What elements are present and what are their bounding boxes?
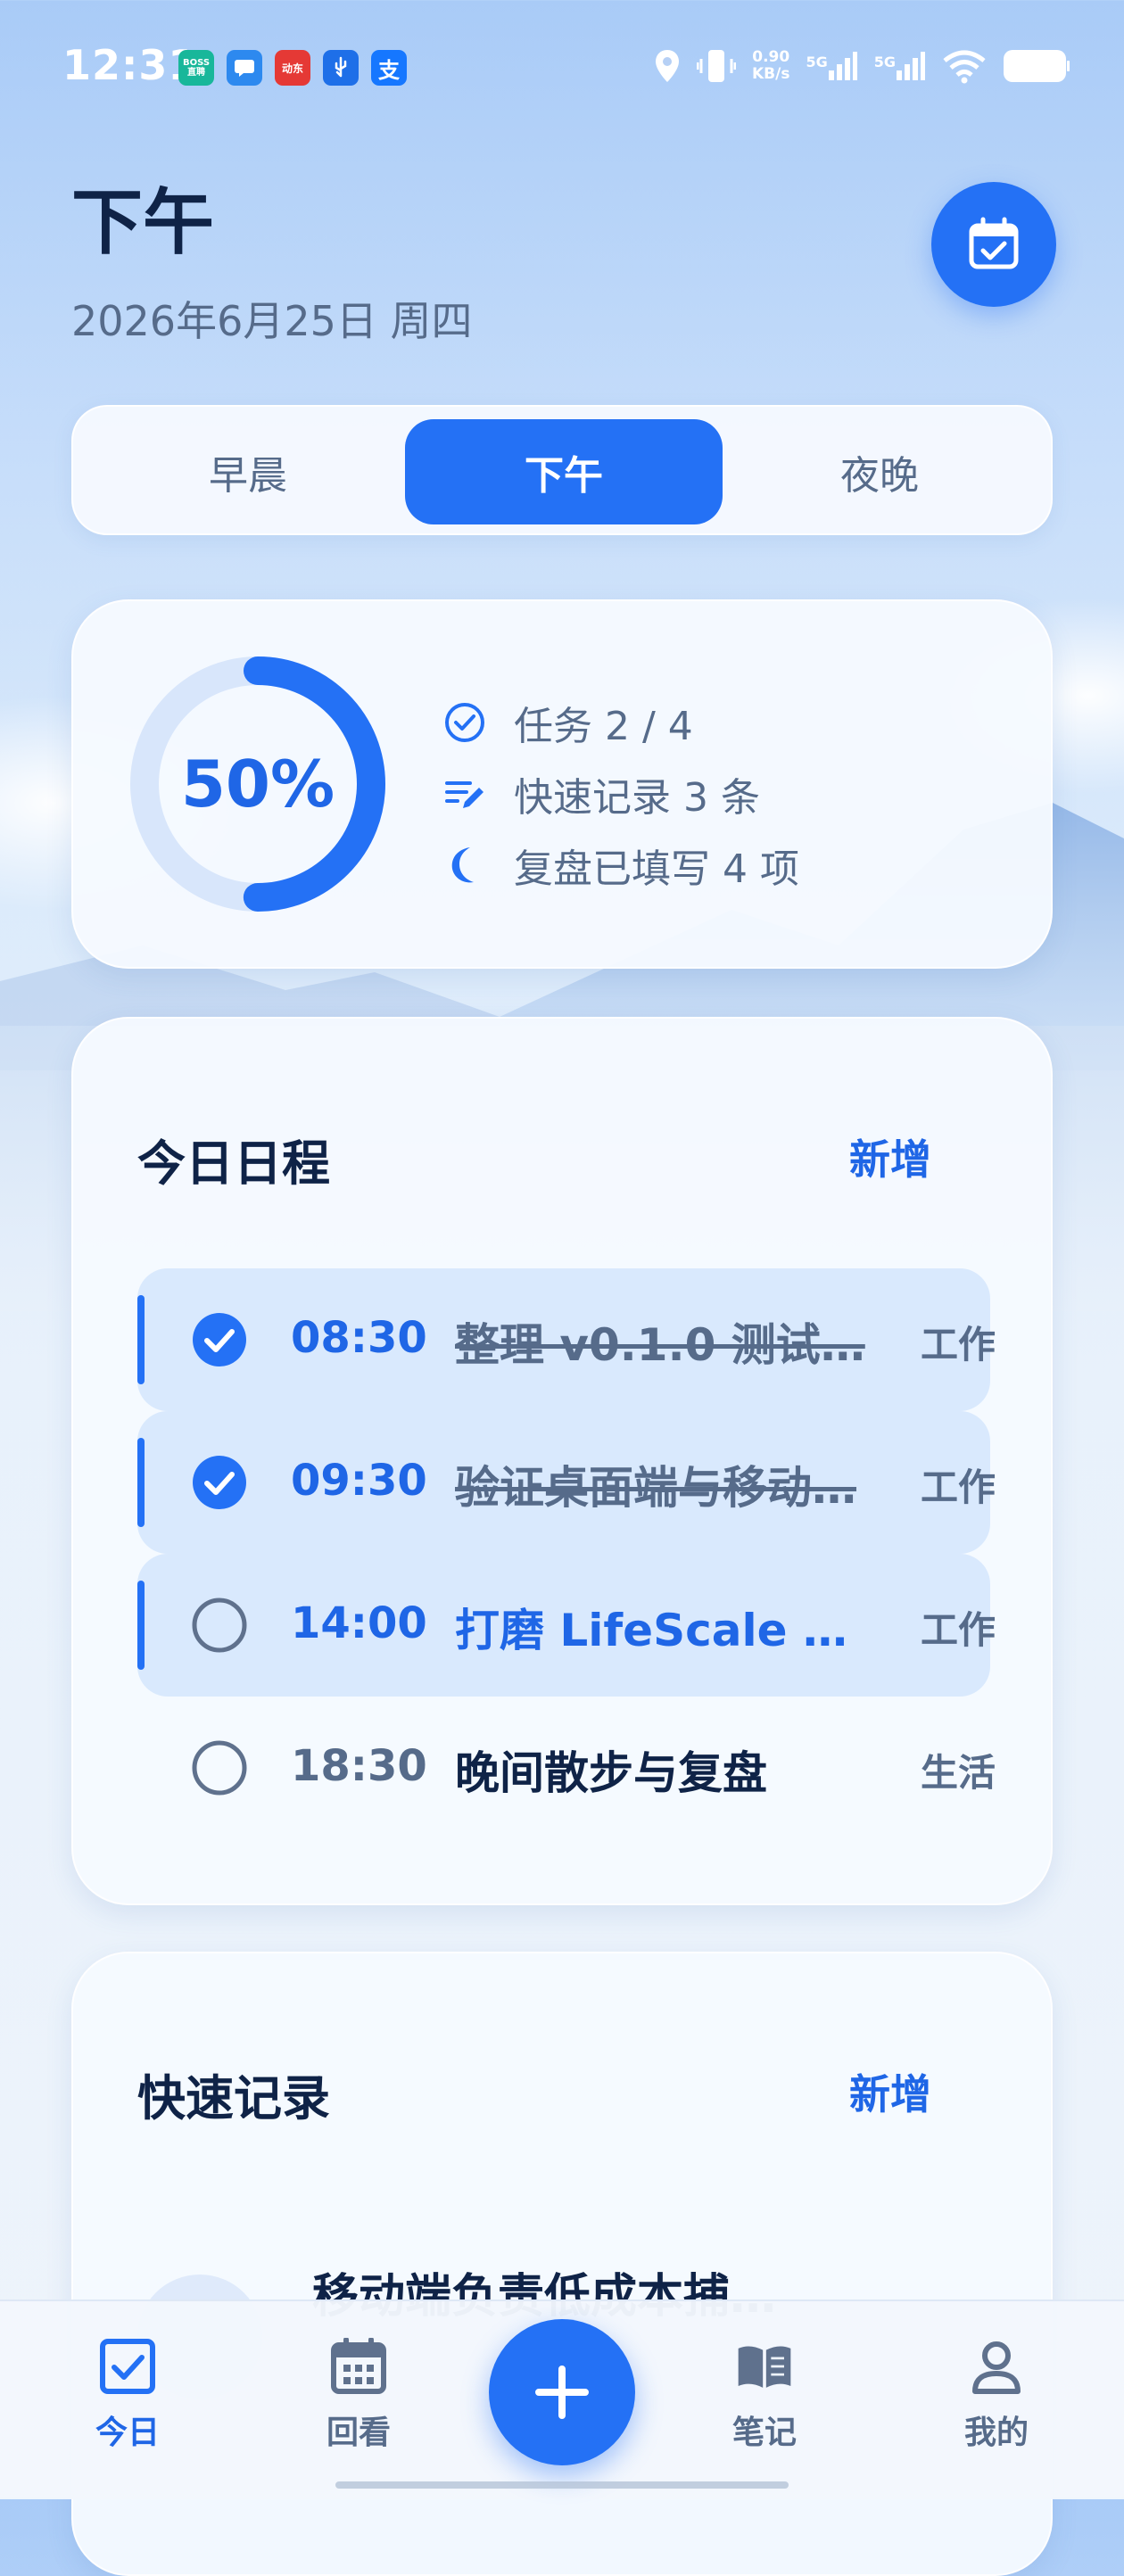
schedule-card: 今日日程 新增 08:30 整理 v0.1.0 测试… 工作 09:30 验证桌… <box>71 1017 1053 1905</box>
usb-icon <box>323 50 359 86</box>
signal-bars-icon <box>897 52 925 80</box>
dongfang-icon: 动东 <box>275 50 310 86</box>
quick-notes-add-button[interactable]: 新增 <box>849 2062 931 2121</box>
schedule-item-tag: 生活 <box>921 1751 996 1795</box>
checked-circle-icon[interactable] <box>191 1311 248 1368</box>
schedule-item-time: 09:30 <box>291 1456 427 1506</box>
plus-icon <box>535 2365 589 2419</box>
schedule-item-time: 08:30 <box>291 1313 427 1363</box>
page-header: 下午 2026年6月25日 周四 <box>71 178 473 348</box>
tab-profile[interactable]: 我的 <box>930 2337 1063 2453</box>
home-indicator[interactable] <box>335 2481 789 2489</box>
segment-option-evening[interactable]: 夜晚 <box>721 419 1038 524</box>
schedule-item[interactable]: 18:30 晚间散步与复盘 生活 <box>137 1697 996 1839</box>
network-speed: 0.90 KB/s <box>752 48 790 83</box>
calendar-grid-icon <box>329 2337 388 2396</box>
status-app-icons: BOSS直聘 动东 支 <box>178 50 407 86</box>
summary-stats: 任务 2 / 4 快速记录 3 条 复盘已填写 4 项 <box>442 687 799 901</box>
vibrate-icon <box>697 50 736 82</box>
book-icon <box>735 2337 794 2396</box>
edit-lines-icon <box>442 772 487 816</box>
unchecked-circle-icon[interactable] <box>191 1597 248 1654</box>
signal-1: 5G <box>806 51 857 81</box>
signal-2: 5G <box>874 51 926 81</box>
tab-review[interactable]: 回看 <box>292 2337 426 2453</box>
schedule-item-tag: 工作 <box>921 1323 996 1366</box>
calendar-check-icon <box>969 217 1019 269</box>
schedule-title: 今日日程 <box>137 1135 330 1192</box>
schedule-item-accent-bar <box>137 1438 145 1527</box>
schedule-item[interactable]: 08:30 整理 v0.1.0 测试… 工作 <box>137 1268 996 1411</box>
calendar-button[interactable] <box>931 182 1056 307</box>
page-title: 下午 <box>71 181 214 264</box>
message-icon <box>227 50 262 86</box>
status-indicators: 0.90 KB/s 5G 5G <box>654 48 1070 84</box>
stat-quick-notes: 快速记录 3 条 <box>442 758 799 830</box>
time-of-day-segment: 早晨 下午 夜晚 <box>71 405 1053 535</box>
add-button[interactable] <box>489 2319 635 2465</box>
checked-circle-icon[interactable] <box>191 1454 248 1511</box>
schedule-item-title: 打磨 LifeScale 产… <box>455 1605 883 1656</box>
moon-icon <box>442 843 487 888</box>
stat-quick-notes-text: 快速记录 3 条 <box>514 775 760 821</box>
segment-option-morning[interactable]: 早晨 <box>89 419 407 524</box>
tab-notes[interactable]: 笔记 <box>698 2337 831 2453</box>
stat-review: 复盘已填写 4 项 <box>442 830 799 901</box>
boss-zhipin-icon: BOSS直聘 <box>178 50 214 86</box>
status-bar: 12:31 BOSS直聘 动东 支 0.90 KB/s 5G 5G <box>0 0 1124 134</box>
signal-bars-icon <box>828 52 857 80</box>
summary-card: 50% 任务 2 / 4 快速记录 3 条 复盘已填写 4 项 <box>71 599 1053 969</box>
location-icon <box>656 50 679 82</box>
user-icon <box>967 2337 1026 2396</box>
schedule-item-accent-bar <box>137 1581 145 1670</box>
schedule-item-tag: 工作 <box>921 1608 996 1652</box>
schedule-item-time: 18:30 <box>291 1741 427 1791</box>
tab-profile-label: 我的 <box>963 2415 1029 2451</box>
quick-notes-title: 快速记录 <box>137 2070 330 2126</box>
wifi-icon <box>943 50 986 84</box>
schedule-item-title: 整理 v0.1.0 测试… <box>455 1319 865 1371</box>
schedule-add-button[interactable]: 新增 <box>849 1127 931 1186</box>
tab-notes-label: 笔记 <box>731 2415 797 2451</box>
schedule-item-title: 晚间散步与复盘 <box>455 1747 767 1799</box>
check-circle-icon <box>442 700 487 745</box>
schedule-item-accent-bar <box>137 1295 145 1384</box>
progress-percent: 50% <box>180 747 335 822</box>
tab-today[interactable]: 今日 <box>61 2337 194 2453</box>
tab-today-label: 今日 <box>95 2415 160 2451</box>
schedule-item[interactable]: 09:30 验证桌面端与移动… 工作 <box>137 1411 996 1554</box>
stat-tasks-text: 任务 2 / 4 <box>514 704 693 749</box>
schedule-item[interactable]: 14:00 打磨 LifeScale 产… 工作 <box>137 1554 996 1697</box>
alipay-icon: 支 <box>371 50 407 86</box>
battery-icon <box>1004 50 1070 82</box>
schedule-item-tag: 工作 <box>921 1466 996 1509</box>
tab-review-label: 回看 <box>326 2415 391 2451</box>
schedule-item-title: 验证桌面端与移动… <box>455 1462 856 1514</box>
unchecked-circle-icon[interactable] <box>191 1739 248 1796</box>
segment-option-afternoon[interactable]: 下午 <box>405 419 723 524</box>
checkbox-icon <box>98 2337 157 2396</box>
stat-review-text: 复盘已填写 4 项 <box>514 846 799 892</box>
status-time: 12:31 <box>62 41 198 89</box>
page-date: 2026年6月25日 周四 <box>71 297 473 345</box>
stat-tasks: 任务 2 / 4 <box>442 687 799 758</box>
schedule-item-time: 14:00 <box>291 1598 427 1648</box>
